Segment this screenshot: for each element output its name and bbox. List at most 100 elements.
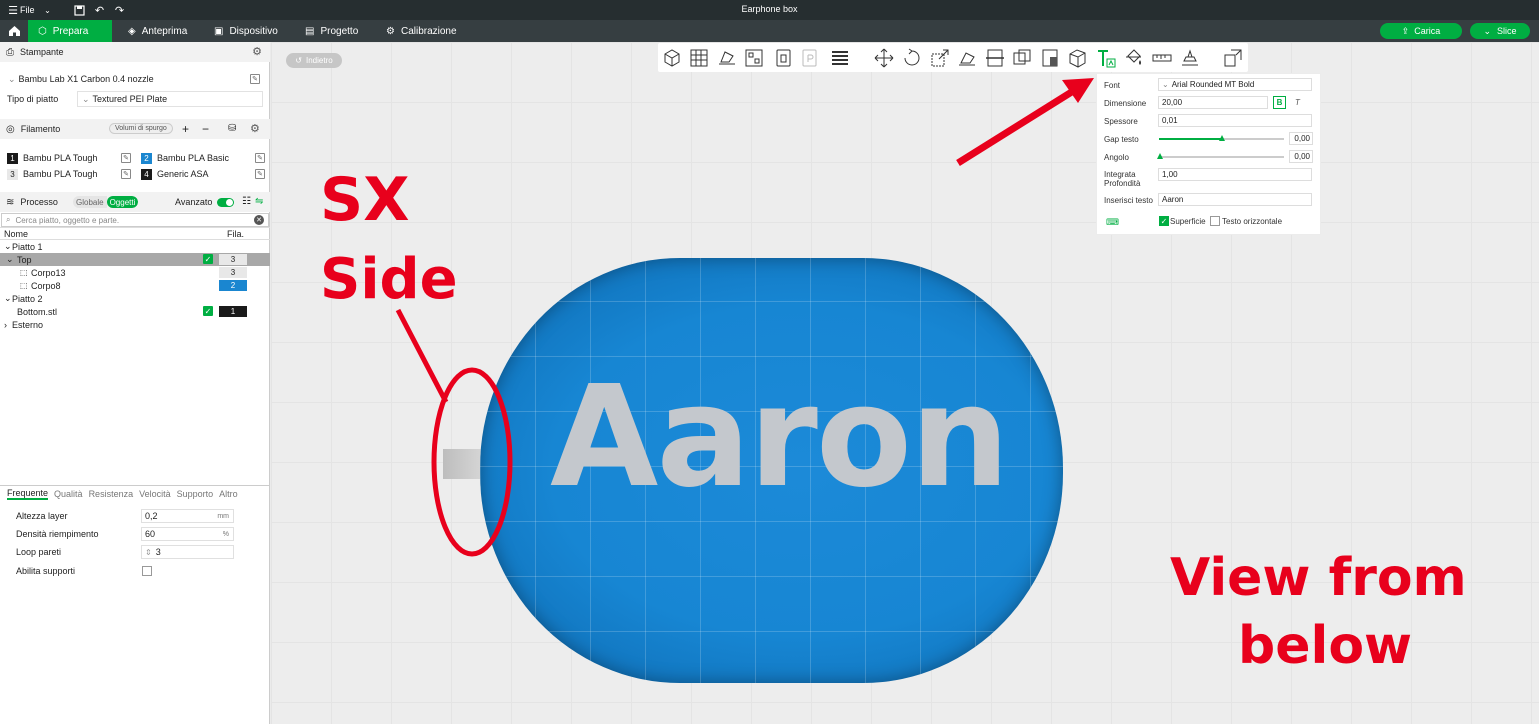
thickness-input[interactable]: 0,01	[1158, 114, 1312, 127]
slice-button[interactable]: ⌄ Slice	[1470, 23, 1530, 39]
tab-calibrazione[interactable]: ⚙ Calibrazione	[376, 20, 467, 42]
font-select[interactable]: ⌄ Arial Rounded MT Bold	[1158, 78, 1312, 91]
orient-icon[interactable]	[715, 46, 739, 70]
upload-button[interactable]: ⇪ Carica	[1380, 23, 1462, 39]
filament-item-2[interactable]: 2 Bambu PLA Basic	[141, 151, 229, 165]
filament-name: Bambu PLA Basic	[157, 153, 230, 163]
purge-volumes-button[interactable]: Volumi di spurgo	[109, 123, 173, 134]
mesh-boolean-icon[interactable]	[1010, 46, 1034, 70]
depth-label-2: Profondità	[1104, 179, 1141, 188]
move-icon[interactable]	[872, 46, 896, 70]
tab-resistenza[interactable]: Resistenza	[89, 489, 134, 499]
edit-icon[interactable]: ✎	[250, 74, 260, 84]
process-scope-toggle[interactable]: Globale Oggetti	[73, 196, 139, 208]
clear-icon[interactable]: ✕	[254, 215, 264, 225]
cut-icon[interactable]	[983, 46, 1007, 70]
plate-type-select[interactable]: ⌄ Textured PEI Plate	[77, 91, 263, 107]
tab-prepara[interactable]: ⬡ Prepara	[28, 20, 112, 42]
remove-icon[interactable]: −	[202, 122, 209, 136]
measure-icon[interactable]	[1150, 46, 1174, 70]
edit-icon[interactable]: ✎	[121, 153, 131, 163]
add-icon[interactable]: +	[182, 122, 189, 136]
filament-item-4[interactable]: 4 Generic ASA	[141, 167, 209, 181]
size-input[interactable]: 20,00	[1158, 96, 1268, 109]
printer-select[interactable]: ⌄ Bambu Lab X1 Carbon 0.4 nozzle	[4, 71, 244, 87]
scope-global[interactable]: Globale	[73, 196, 107, 208]
layer-height-input[interactable]: 0,2 mm	[141, 509, 234, 523]
tree-item-bottom[interactable]: Bottom.stl ✓ 1	[0, 305, 270, 318]
visible-checkbox[interactable]: ✓	[203, 254, 213, 264]
slider-knob[interactable]	[1219, 135, 1225, 141]
arrange-icon[interactable]	[742, 46, 766, 70]
earphone-box-model[interactable]: Aaron	[480, 258, 1063, 683]
color-paint-icon[interactable]	[1122, 46, 1146, 70]
tree-item-corpo8[interactable]: ⬚ Corpo8 2	[0, 279, 270, 292]
tree-item-plate-2[interactable]: ⌄ Piatto 2	[0, 292, 270, 305]
add-plate-icon[interactable]	[687, 46, 711, 70]
tab-altro[interactable]: Altro	[219, 489, 238, 499]
keyboard-icon[interactable]: ⌨	[1106, 217, 1119, 228]
tab-qualita[interactable]: Qualità	[54, 489, 83, 499]
tree-item-plate-1[interactable]: ⌄ Piatto 1	[0, 240, 270, 253]
layers-icon[interactable]	[828, 46, 852, 70]
filament-badge[interactable]: 3	[219, 254, 247, 265]
support-paint-icon[interactable]	[1038, 46, 1062, 70]
italic-button[interactable]: T	[1291, 96, 1304, 109]
horizontal-text-checkbox[interactable]	[1210, 216, 1220, 226]
gap-slider[interactable]	[1159, 135, 1284, 141]
gap-value[interactable]: 0,00	[1289, 132, 1313, 145]
enable-supports-checkbox[interactable]	[142, 566, 152, 576]
edit-icon[interactable]: ✎	[255, 153, 265, 163]
tab-supporto[interactable]: Supporto	[177, 489, 214, 499]
tree-item-corpo13[interactable]: ⬚ Corpo13 3	[0, 266, 270, 279]
tree-label: Top	[17, 254, 32, 265]
gear-icon[interactable]: ⚙	[252, 45, 262, 58]
filament-badge[interactable]: 1	[219, 306, 247, 317]
list-icon[interactable]: ☷	[242, 196, 251, 207]
surface-checkbox[interactable]: ✓	[1159, 216, 1169, 226]
bold-button[interactable]: B	[1273, 96, 1286, 109]
scope-objects[interactable]: Oggetti	[106, 196, 139, 208]
text-input[interactable]: Aaron	[1158, 193, 1312, 206]
edit-icon[interactable]: ✎	[255, 169, 265, 179]
filament-item-1[interactable]: 1 Bambu PLA Tough	[7, 151, 97, 165]
tab-anteprima[interactable]: ◈ Anteprima	[118, 20, 197, 42]
stepper-icon[interactable]: ⇕	[145, 548, 152, 557]
wall-loops-stepper[interactable]: ⇕ 3	[141, 545, 234, 559]
tab-dispositivo[interactable]: ▣ Dispositivo	[204, 20, 288, 42]
tree-item-external[interactable]: › Esterno	[0, 318, 270, 331]
text-tool-icon[interactable]	[1094, 46, 1118, 70]
scale-icon[interactable]	[928, 46, 952, 70]
angle-slider[interactable]	[1157, 153, 1284, 159]
filament-item-3[interactable]: 3 Bambu PLA Tough	[7, 167, 97, 181]
slider-knob[interactable]	[1157, 153, 1163, 159]
advanced-toggle[interactable]	[217, 198, 234, 207]
visible-checkbox[interactable]: ✓	[203, 306, 213, 316]
assembly-view-icon[interactable]	[1221, 46, 1245, 70]
chevron-down-icon: ⌄	[82, 93, 90, 104]
search-input[interactable]: ⌕ Cerca piatto, oggetto e parte. ✕	[1, 213, 269, 227]
compare-icon[interactable]: ⇋	[255, 196, 263, 207]
tab-frequente[interactable]: Frequente	[7, 488, 49, 500]
angle-value[interactable]: 0,00	[1289, 150, 1313, 163]
tab-velocita[interactable]: Velocità	[139, 489, 171, 499]
lay-on-face-icon[interactable]	[955, 46, 979, 70]
tree-item-top[interactable]: ⌄ Top ✓ 3	[0, 253, 270, 266]
tab-progetto[interactable]: ▤ Progetto	[295, 20, 368, 42]
seam-paint-icon[interactable]	[1066, 46, 1090, 70]
gear-icon[interactable]: ⚙	[250, 122, 260, 135]
edit-icon[interactable]: ✎	[121, 169, 131, 179]
split-parts-icon[interactable]	[798, 46, 822, 70]
add-object-icon[interactable]	[661, 46, 685, 70]
filament-badge[interactable]: 2	[219, 280, 247, 291]
assembly-icon[interactable]	[1178, 46, 1202, 70]
split-objects-icon[interactable]	[772, 46, 796, 70]
sync-icon[interactable]: ⛁	[228, 123, 236, 134]
depth-input[interactable]: 1,00	[1158, 168, 1312, 181]
chevron-down-icon[interactable]: ⌄	[1483, 26, 1491, 37]
infill-density-input[interactable]: 60 %	[141, 527, 234, 541]
back-button[interactable]: ↺ Indietro	[286, 53, 342, 68]
filament-badge[interactable]: 3	[219, 267, 247, 278]
home-icon[interactable]	[0, 20, 28, 42]
rotate-icon[interactable]	[900, 46, 924, 70]
